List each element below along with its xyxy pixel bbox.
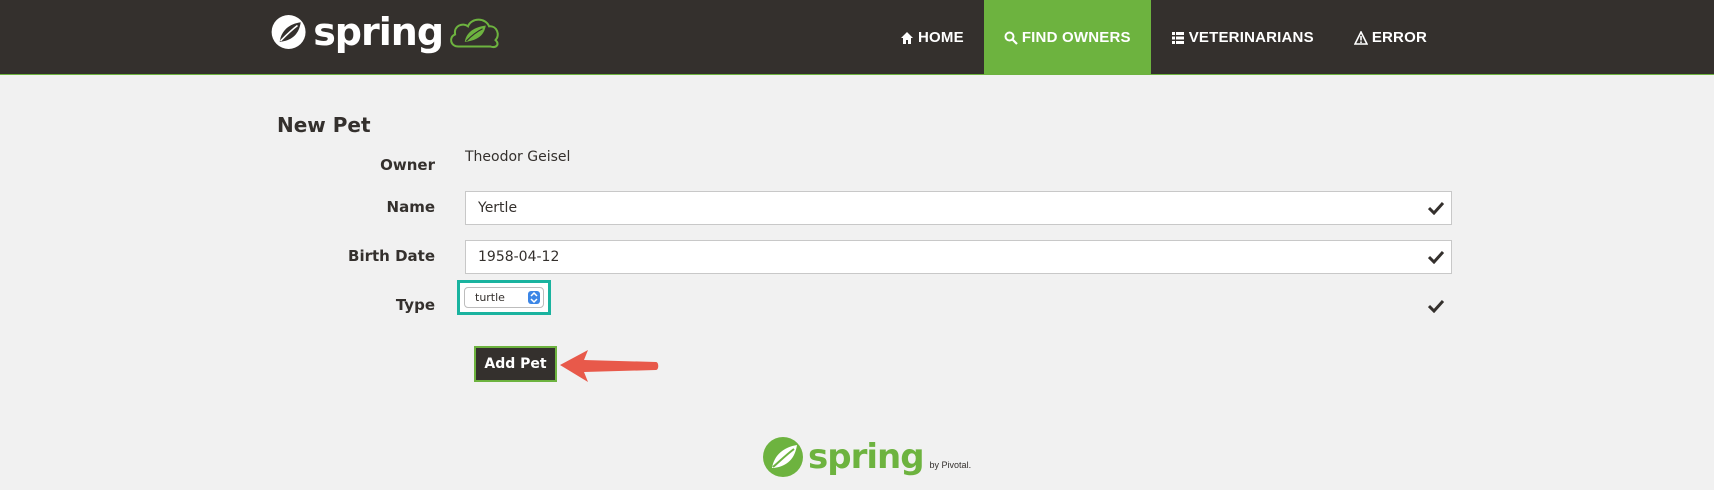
check-icon: [1428, 299, 1444, 313]
spring-leaf-icon: [763, 437, 803, 477]
add-pet-button[interactable]: Add Pet: [474, 346, 557, 382]
brand-logo[interactable]: spring: [270, 10, 502, 54]
footer-logo: spring by Pivotal.: [762, 436, 971, 478]
nav-home-label: HOME: [918, 29, 964, 46]
owner-label: Owner: [380, 156, 435, 174]
owner-value: Theodor Geisel: [465, 149, 571, 165]
type-label: Type: [395, 296, 435, 314]
type-select[interactable]: turtle: [464, 287, 544, 308]
check-icon: [1428, 250, 1444, 264]
type-select-value: turtle: [475, 291, 505, 304]
nav-error[interactable]: ERROR: [1334, 0, 1447, 75]
annotation-arrow-icon: [560, 350, 659, 382]
name-label: Name: [386, 198, 435, 216]
navbar: spring HOME FIND OWNERS VETERINARIANS ER…: [0, 0, 1714, 75]
footer-by-pivotal: by Pivotal.: [929, 460, 972, 470]
footer-brand-name: spring: [808, 437, 925, 477]
main-nav: HOME FIND OWNERS VETERINARIANS ERROR: [880, 0, 1447, 75]
page-title: New Pet: [277, 113, 371, 137]
type-select-highlight: turtle: [457, 280, 551, 315]
brand-name: spring: [313, 10, 444, 54]
select-arrows-icon: [528, 291, 540, 304]
list-icon: [1171, 31, 1184, 44]
name-field[interactable]: Yertle: [465, 191, 1452, 225]
spring-leaf-icon: [271, 15, 306, 49]
nav-home[interactable]: HOME: [880, 0, 984, 75]
birth-date-field[interactable]: 1958-04-12: [465, 240, 1452, 274]
nav-veterinarians[interactable]: VETERINARIANS: [1151, 0, 1334, 75]
check-icon: [1428, 201, 1444, 215]
nav-veterinarians-label: VETERINARIANS: [1188, 29, 1314, 46]
nav-error-label: ERROR: [1371, 29, 1427, 46]
home-icon: [901, 31, 913, 44]
warning-icon: [1353, 30, 1368, 45]
nav-find-owners[interactable]: FIND OWNERS: [983, 0, 1151, 75]
cloud-leaf-icon: [450, 18, 499, 48]
search-icon: [1004, 31, 1018, 45]
nav-find-owners-label: FIND OWNERS: [1021, 29, 1131, 46]
birth-date-label: Birth Date: [348, 247, 435, 265]
